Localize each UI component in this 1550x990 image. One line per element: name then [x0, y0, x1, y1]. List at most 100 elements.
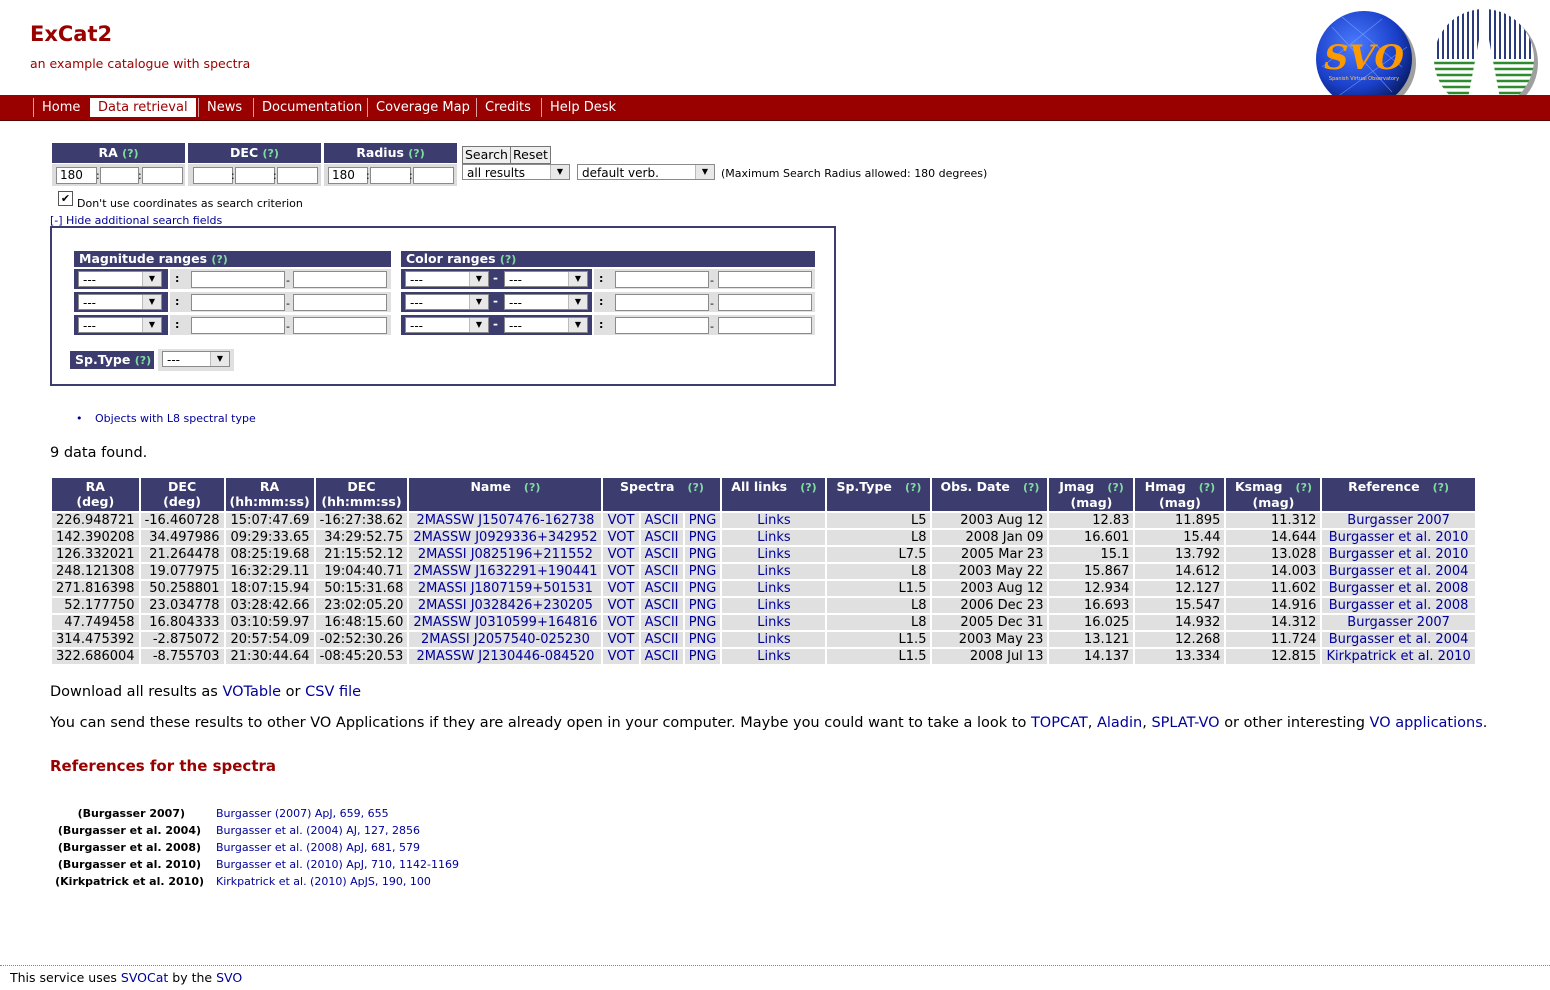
column-header[interactable]: Ksmag (?) (mag): [1226, 478, 1321, 511]
magnitude-max-input[interactable]: [293, 271, 387, 288]
column-header[interactable]: Jmag (?) (mag): [1049, 478, 1134, 511]
help-icon[interactable]: (?): [1296, 481, 1312, 494]
ascii-link[interactable]: ASCII: [645, 615, 679, 630]
reference-link[interactable]: Burgasser et al. 2010: [1329, 530, 1469, 545]
color-band2-select[interactable]: --- ▼: [504, 271, 588, 287]
dec-degrees-input[interactable]: [193, 167, 233, 184]
color-max-input[interactable]: [718, 271, 812, 288]
ascii-link[interactable]: ASCII: [645, 598, 679, 613]
all-links-link[interactable]: Links: [757, 530, 790, 545]
help-icon[interactable]: (?): [1433, 481, 1449, 494]
help-icon[interactable]: (?): [408, 147, 424, 160]
png-link[interactable]: PNG: [689, 513, 717, 528]
help-icon[interactable]: (?): [1199, 481, 1215, 494]
column-header[interactable]: RA (deg): [52, 478, 139, 511]
ascii-link[interactable]: ASCII: [645, 564, 679, 579]
magnitude-min-input[interactable]: [191, 271, 285, 288]
vo-applications-link[interactable]: VO applications: [1370, 715, 1483, 731]
vot-link[interactable]: VOT: [608, 513, 635, 528]
help-icon[interactable]: (?): [211, 253, 227, 266]
reference-link[interactable]: Burgasser et al. 2004: [1329, 632, 1469, 647]
ascii-link[interactable]: ASCII: [645, 530, 679, 545]
all-links-link[interactable]: Links: [757, 513, 790, 528]
png-link[interactable]: PNG: [689, 581, 717, 596]
all-links-link[interactable]: Links: [757, 581, 790, 596]
ra-seconds-input[interactable]: [142, 167, 183, 184]
column-header[interactable]: Obs. Date (?): [932, 478, 1048, 511]
column-header[interactable]: Reference (?): [1322, 478, 1475, 511]
reference-link[interactable]: Burgasser et al. (2004) AJ, 127, 2856: [216, 824, 420, 837]
name-link[interactable]: 2MASSI J0825196+211552: [418, 547, 593, 562]
reference-link[interactable]: Kirkpatrick et al. (2010) ApJS, 190, 100: [216, 875, 431, 888]
votable-link[interactable]: VOTable: [222, 684, 281, 700]
help-icon[interactable]: (?): [122, 147, 138, 160]
objects-l8-link[interactable]: Objects with L8 spectral type: [95, 412, 256, 425]
color-band1-select[interactable]: --- ▼: [405, 317, 489, 333]
name-link[interactable]: 2MASSW J0310599+164816: [413, 615, 597, 630]
reference-link[interactable]: Burgasser et al. 2008: [1329, 598, 1469, 613]
name-link[interactable]: 2MASSW J0929336+342952: [413, 530, 597, 545]
help-icon[interactable]: (?): [687, 481, 703, 494]
ascii-link[interactable]: ASCII: [645, 649, 679, 664]
color-band2-select[interactable]: --- ▼: [504, 294, 588, 310]
png-link[interactable]: PNG: [689, 564, 717, 579]
color-min-input[interactable]: [615, 294, 709, 311]
reference-link[interactable]: Burgasser (2007) ApJ, 659, 655: [216, 807, 389, 820]
reference-link[interactable]: Burgasser 2007: [1347, 615, 1450, 630]
help-icon[interactable]: (?): [1023, 481, 1039, 494]
vot-link[interactable]: VOT: [608, 530, 635, 545]
nav-data-retrieval[interactable]: Data retrieval: [90, 98, 196, 117]
vot-link[interactable]: VOT: [608, 649, 635, 664]
dont-use-coords-checkbox[interactable]: ✔: [58, 191, 73, 206]
color-max-input[interactable]: [718, 317, 812, 334]
column-header[interactable]: Hmag (?) (mag): [1135, 478, 1225, 511]
svocat-link[interactable]: SVOCat: [121, 970, 168, 985]
magnitude-max-input[interactable]: [293, 317, 387, 334]
column-header[interactable]: RA (hh:mm:ss): [225, 478, 314, 511]
help-icon[interactable]: (?): [800, 481, 816, 494]
ra-minutes-input[interactable]: [100, 167, 139, 184]
color-min-input[interactable]: [615, 271, 709, 288]
nav-home[interactable]: Home: [33, 98, 88, 117]
help-icon[interactable]: (?): [263, 147, 279, 160]
png-link[interactable]: PNG: [689, 632, 717, 647]
ra-hours-input[interactable]: 180: [56, 167, 97, 184]
ascii-link[interactable]: ASCII: [645, 547, 679, 562]
help-icon[interactable]: (?): [500, 253, 516, 266]
name-link[interactable]: 2MASSW J1507476-162738: [416, 513, 594, 528]
name-link[interactable]: 2MASSI J0328426+230205: [418, 598, 593, 613]
all-links-link[interactable]: Links: [757, 649, 790, 664]
all-links-link[interactable]: Links: [757, 632, 790, 647]
vot-link[interactable]: VOT: [608, 547, 635, 562]
verbosity-select[interactable]: default verb. ▼: [577, 164, 715, 180]
ascii-link[interactable]: ASCII: [645, 513, 679, 528]
column-header[interactable]: DEC (deg): [140, 478, 224, 511]
reference-link[interactable]: Burgasser et al. 2010: [1329, 547, 1469, 562]
magnitude-max-input[interactable]: [293, 294, 387, 311]
color-band2-select[interactable]: --- ▼: [504, 317, 588, 333]
csv-link[interactable]: CSV file: [305, 684, 361, 700]
radius-minutes-input[interactable]: [370, 167, 411, 184]
reference-link[interactable]: Burgasser et al. (2010) ApJ, 710, 1142-1…: [216, 858, 459, 871]
help-icon[interactable]: (?): [1107, 481, 1123, 494]
ascii-link[interactable]: ASCII: [645, 581, 679, 596]
aladin-link[interactable]: Aladin: [1097, 715, 1142, 731]
results-select[interactable]: all results ▼: [462, 164, 570, 180]
column-header[interactable]: DEC (hh:mm:ss): [315, 478, 408, 511]
all-links-link[interactable]: Links: [757, 564, 790, 579]
help-icon[interactable]: (?): [135, 354, 151, 367]
column-header[interactable]: Sp.Type (?): [827, 478, 931, 511]
color-min-input[interactable]: [615, 317, 709, 334]
reference-link[interactable]: Kirkpatrick et al. 2010: [1326, 649, 1470, 664]
nav-coverage-map[interactable]: Coverage Map: [367, 98, 478, 117]
name-link[interactable]: 2MASSW J1632291+190441: [413, 564, 597, 579]
name-link[interactable]: 2MASSW J2130446-084520: [416, 649, 594, 664]
png-link[interactable]: PNG: [689, 598, 717, 613]
dec-seconds-input[interactable]: [277, 167, 318, 184]
all-links-link[interactable]: Links: [757, 615, 790, 630]
nav-credits[interactable]: Credits: [476, 98, 539, 117]
reference-link[interactable]: Burgasser et al. (2008) ApJ, 681, 579: [216, 841, 420, 854]
radius-seconds-input[interactable]: [413, 167, 454, 184]
magnitude-band-select[interactable]: --- ▼: [78, 317, 162, 333]
radius-degrees-input[interactable]: 180: [328, 167, 368, 184]
